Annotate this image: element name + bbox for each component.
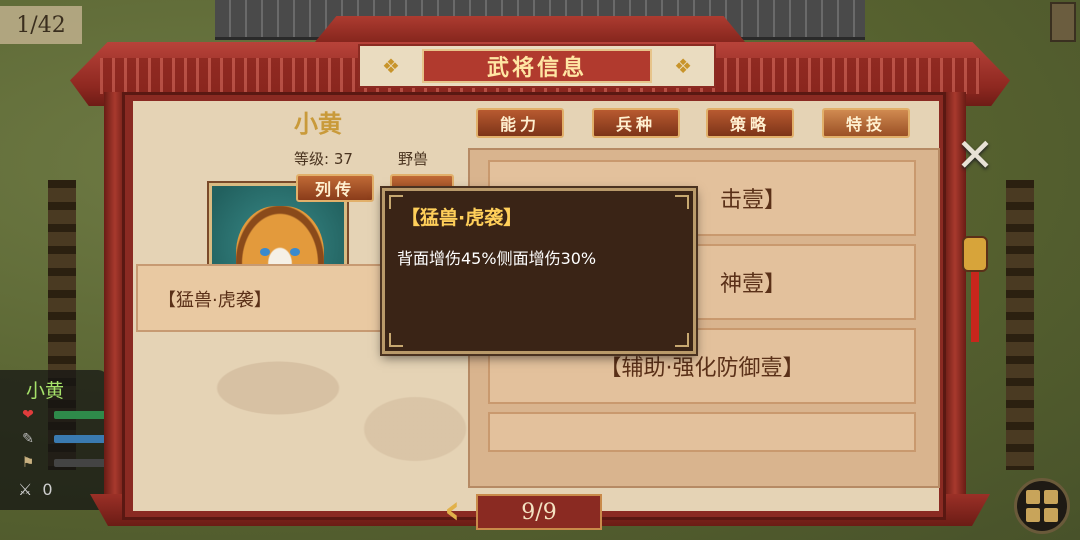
title-plaque: ❖ 武将信息 ❖: [358, 44, 716, 88]
selected-skill-label: 【猛兽·虎袭】: [158, 290, 272, 311]
tiger-eye: [290, 248, 300, 256]
skill-card-label: 【辅助·强化防御壹】: [599, 356, 805, 381]
grid-cell: [1026, 490, 1040, 504]
page-indicator: 9/9: [476, 494, 602, 530]
tooltip-corner: [675, 195, 689, 209]
unit-name: 小黄: [26, 380, 65, 402]
skill-tooltip: 【猛兽·虎袭】 背面增伤45%侧面增伤30%: [382, 188, 696, 354]
tooltip-description: 背面增伤45%侧面增伤30%: [397, 249, 597, 268]
right-ornament-icon: ❖: [674, 54, 692, 78]
unit-count: 0: [42, 480, 53, 499]
grid-cell: [1044, 508, 1058, 522]
tooltip-corner: [675, 333, 689, 347]
skill-card-label: 神壹】: [720, 272, 787, 297]
heart-icon: ❤: [22, 407, 34, 423]
hero-level: 等级: 37: [294, 150, 353, 168]
skill-card[interactable]: [488, 412, 916, 452]
pagination: ‹ 9/9: [444, 488, 604, 532]
tooltip-title: 【猛兽·虎袭】: [401, 207, 523, 229]
banner-icon: ⚑: [21, 455, 35, 471]
tab-strategy[interactable]: 策略: [706, 108, 794, 138]
feather-icon: ✎: [22, 431, 34, 447]
biography-button[interactable]: 列传: [296, 174, 374, 202]
tab-troop-type[interactable]: 兵种: [592, 108, 680, 138]
unit-count-row: ⚔ 0: [18, 480, 53, 499]
tiger-eye: [260, 248, 270, 256]
tooltip-corner: [389, 333, 403, 347]
modal-title: 武将信息: [422, 49, 652, 83]
left-ornament-icon: ❖: [382, 54, 400, 78]
sword-icon: ⚔: [18, 480, 33, 499]
hero-type: 野兽: [398, 150, 429, 168]
lantern-body: [962, 236, 988, 272]
grid-cell: [1044, 490, 1058, 504]
close-icon[interactable]: ✕: [950, 130, 1000, 180]
hero-name: 小黄: [294, 109, 342, 138]
selected-skill-slot[interactable]: 【猛兽·虎袭】: [136, 264, 396, 332]
skill-card-label: 击壹】: [720, 188, 787, 213]
hero-info-modal: ❖ 武将信息 ❖ 小黄 等级: 37 野兽 列传 【猛兽·虎袭】 能力 兵种 策…: [70, 16, 1010, 533]
map-corner-icon[interactable]: [1050, 2, 1076, 42]
grid-cell: [1026, 508, 1040, 522]
lantern-tassel: [971, 272, 979, 342]
tab-ability[interactable]: 能力: [476, 108, 564, 138]
lantern-decoration: [962, 236, 990, 356]
right-fence: [1006, 180, 1034, 470]
chevron-left-icon[interactable]: ‹: [444, 490, 460, 530]
grid-menu-icon[interactable]: [1014, 478, 1070, 534]
tab-special-skill[interactable]: 特技: [822, 108, 910, 138]
